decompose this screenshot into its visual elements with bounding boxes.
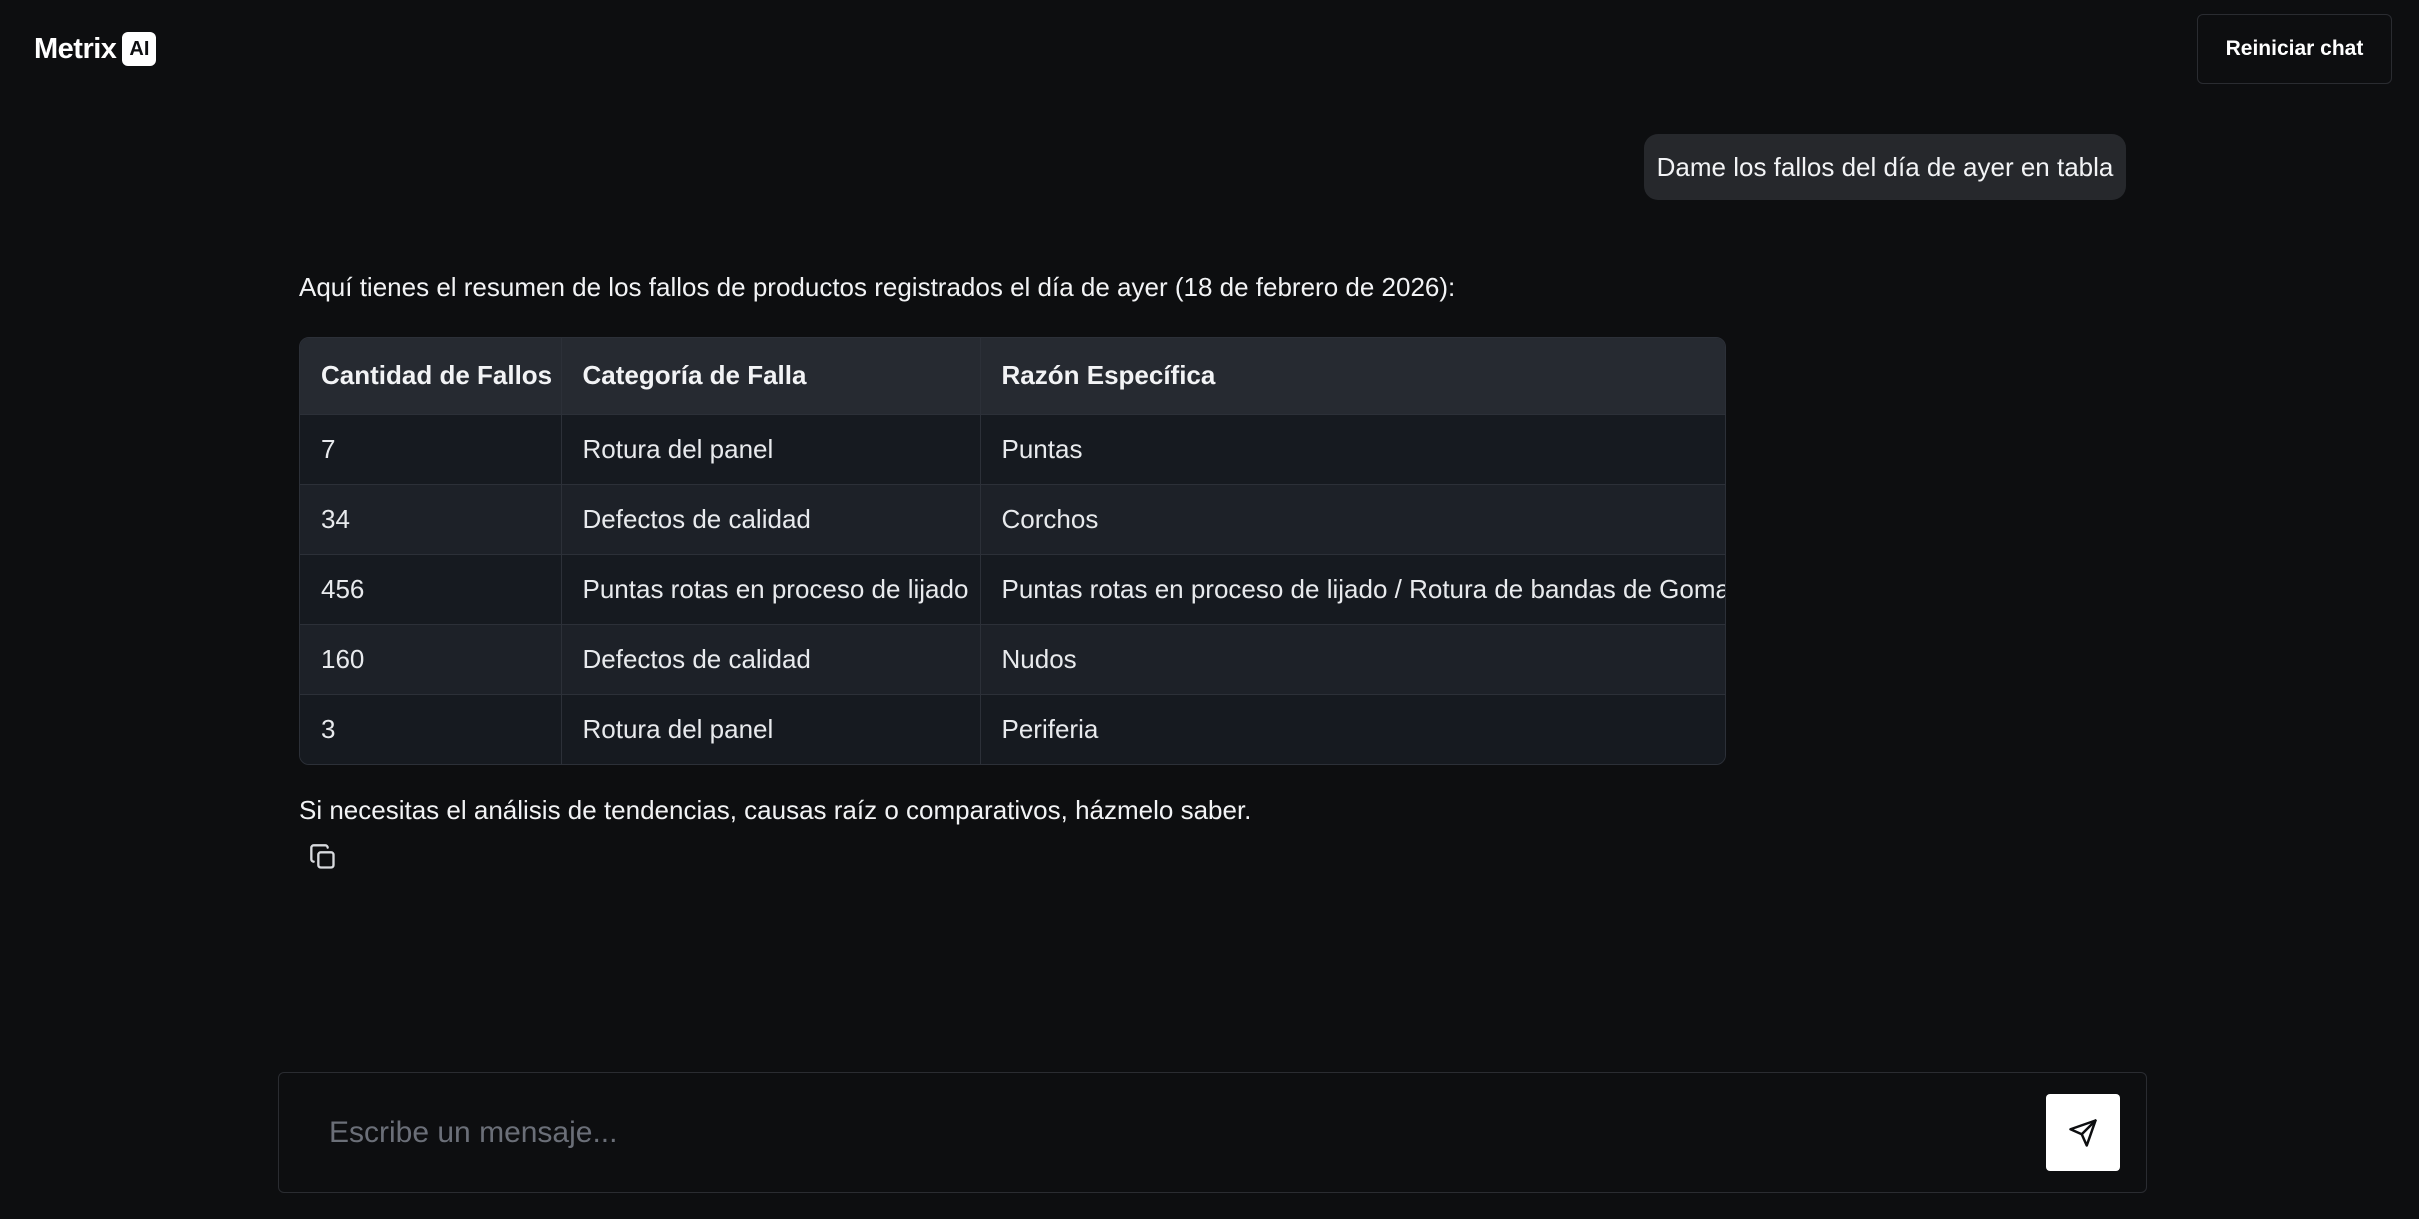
assistant-intro-text: Aquí tienes el resumen de los fallos de … <box>299 272 1456 302</box>
table-cell: Rotura del panel <box>561 414 981 484</box>
table-cell: Rotura del panel <box>561 694 981 764</box>
table-header-cell: Razón Específica <box>1001 360 1216 391</box>
brand-badge: AI <box>122 32 157 66</box>
table-cell: Puntas rotas en proceso de lijado <box>561 554 981 624</box>
table-cell: Periferia <box>1001 713 1099 744</box>
send-icon <box>2068 1118 2098 1148</box>
table-cell: 456 <box>300 554 562 624</box>
brand-logo: Metrix AI <box>34 30 157 68</box>
message-input[interactable] <box>327 1101 1977 1165</box>
table-cell: Puntas <box>1001 433 1083 464</box>
table-row: 7 Rotura del panel Puntas <box>300 414 1725 484</box>
send-button[interactable] <box>2046 1094 2120 1171</box>
message-composer <box>278 1072 2147 1193</box>
copy-icon[interactable] <box>307 841 339 873</box>
brand-name: Metrix <box>34 32 117 65</box>
table-header-row: Cantidad de Fallos Categoría de Falla Ra… <box>300 338 1725 414</box>
user-message-bubble: Dame los fallos del día de ayer en tabla <box>1644 134 2126 200</box>
table-cell: Defectos de calidad <box>561 484 981 554</box>
reset-chat-button[interactable]: Reiniciar chat <box>2197 14 2392 84</box>
table-row: 34 Defectos de calidad Corchos <box>300 484 1725 554</box>
failures-table: Cantidad de Fallos Categoría de Falla Ra… <box>299 337 1726 765</box>
table-cell: Nudos <box>1001 643 1077 674</box>
table-cell: Puntas rotas en proceso de lijado / Rotu… <box>1001 573 1726 604</box>
table-cell: 3 <box>300 694 562 764</box>
table-row: 160 Defectos de calidad Nudos <box>300 624 1725 694</box>
table-header-cell: Cantidad de Fallos <box>300 338 562 414</box>
table-cell: 34 <box>300 484 562 554</box>
table-cell: 7 <box>300 414 562 484</box>
table-cell: Defectos de calidad <box>561 624 981 694</box>
table-row: 3 Rotura del panel Periferia <box>300 694 1725 764</box>
table-cell: Corchos <box>1001 503 1099 534</box>
table-row: 456 Puntas rotas en proceso de lijado Pu… <box>300 554 1725 624</box>
table-header-cell: Categoría de Falla <box>561 338 981 414</box>
table-cell: 160 <box>300 624 562 694</box>
assistant-outro-text: Si necesitas el análisis de tendencias, … <box>299 795 1252 825</box>
